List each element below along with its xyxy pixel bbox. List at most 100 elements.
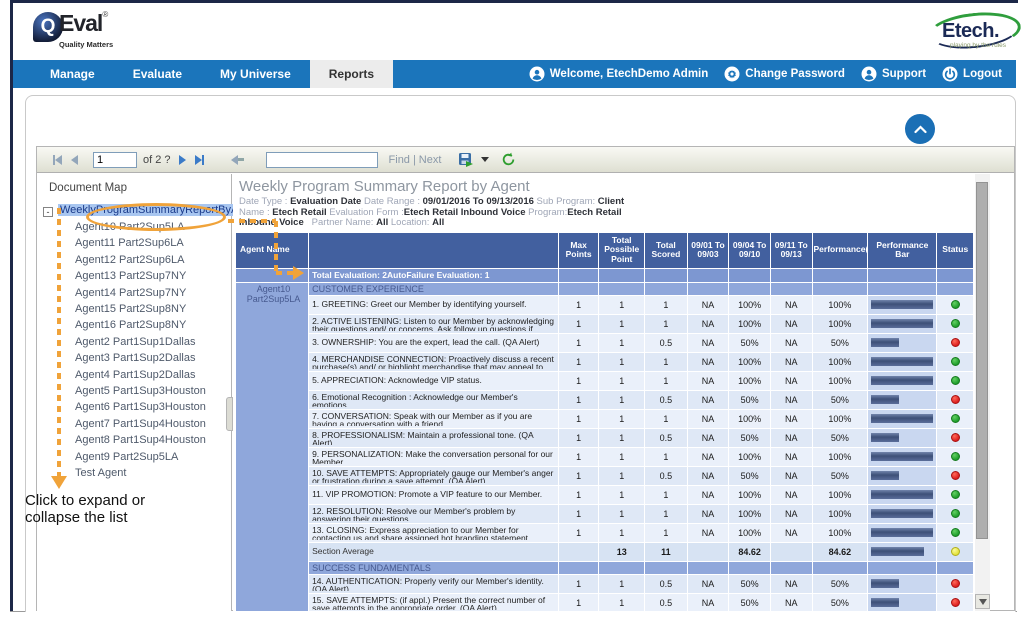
- criteria-cell: 1. GREETING: Greet our Member by identif…: [309, 295, 559, 314]
- nav-item-logout[interactable]: Logout: [942, 66, 1002, 82]
- tab-my-universe[interactable]: My Universe: [201, 60, 310, 88]
- docmap-item-agent16-part2sup8ny[interactable]: Agent16 Part2Sup8NY: [37, 317, 231, 333]
- find-next-link[interactable]: Next: [419, 154, 442, 166]
- docmap-item-agent2-part1sup1dallas[interactable]: Agent2 Part1Sup1Dallas: [37, 334, 231, 350]
- score-cell: 13: [599, 542, 645, 561]
- empty-cell: [868, 561, 937, 574]
- table-header-cell: Max Points: [558, 232, 599, 268]
- empty-cell: [770, 561, 812, 574]
- docmap-item-agent6-part1sup3houston[interactable]: Agent6 Part1Sup3Houston: [37, 399, 231, 415]
- criteria-cell: 14. AUTHENTICATION: Properly verify our …: [309, 574, 559, 593]
- score-cell: 50%: [812, 390, 868, 409]
- score-cell: 1: [558, 574, 599, 593]
- criteria-row: 10. SAVE ATTEMPTS: Appropriately gauge o…: [236, 466, 974, 485]
- score-cell: NA: [770, 504, 812, 523]
- empty-cell: [770, 268, 812, 282]
- score-cell: 100%: [729, 295, 771, 314]
- back-to-parent-button[interactable]: [231, 155, 244, 165]
- report-scrollbar[interactable]: [975, 174, 990, 611]
- score-cell: 100%: [812, 447, 868, 466]
- score-cell: 100%: [812, 295, 868, 314]
- status-cell: [937, 295, 974, 314]
- agent-name-line1: Agent10: [239, 284, 308, 294]
- docmap-item-agent11-part2sup6la[interactable]: Agent11 Part2Sup6LA: [37, 235, 231, 251]
- tree-root-item[interactable]: WeeklyProgramSummaryReportByAgent: [58, 204, 262, 216]
- score-cell: NA: [770, 593, 812, 611]
- docmap-item-agent10-part2sup5la[interactable]: Agent10 Part2Sup5LA: [37, 219, 231, 235]
- status-dot-red: [951, 433, 960, 442]
- nav-item-support[interactable]: Support: [861, 66, 926, 82]
- score-cell: 100%: [729, 485, 771, 504]
- report-scroll-down-button[interactable]: [975, 594, 990, 609]
- document-map-tree: - WeeklyProgramSummaryReportByAgent Agen…: [37, 204, 231, 482]
- page-scrollbar[interactable]: [1019, 0, 1035, 619]
- score-cell: 1: [645, 314, 688, 333]
- report-scrollbar-thumb[interactable]: [976, 182, 988, 539]
- last-page-button[interactable]: [195, 155, 204, 165]
- export-dropdown-icon[interactable]: [481, 157, 489, 162]
- tab-evaluate[interactable]: Evaluate: [114, 60, 201, 88]
- scroll-down-icon: [979, 599, 987, 605]
- score-cell: 50%: [812, 574, 868, 593]
- page-number-input[interactable]: [93, 152, 137, 168]
- docmap-item-agent4-part1sup2dallas[interactable]: Agent4 Part1Sup2Dallas: [37, 367, 231, 383]
- docmap-item-agent15-part2sup8ny[interactable]: Agent15 Part2Sup8NY: [37, 301, 231, 317]
- performance-bar-cell: [868, 390, 937, 409]
- nav-item-change-password[interactable]: Change Password: [724, 66, 845, 82]
- report-title: Weekly Program Summary Report by Agent: [239, 178, 977, 195]
- score-cell: 1: [599, 447, 645, 466]
- docmap-item-agent5-part1sup3houston[interactable]: Agent5 Part1Sup3Houston: [37, 383, 231, 399]
- docmap-item-test-agent[interactable]: Test Agent: [37, 465, 231, 481]
- previous-page-button[interactable]: [71, 155, 78, 165]
- empty-cell: [937, 561, 974, 574]
- table-header-cell: [309, 232, 559, 268]
- criteria-cell: 5. APPRECIATION: Acknowledge VIP status.: [309, 371, 559, 390]
- score-cell: 50%: [729, 466, 771, 485]
- parameter-value: All: [432, 217, 444, 228]
- parameter-value: Etech Retail Inbound Voice: [404, 207, 526, 218]
- nav-item-welcome-etechdemo-admin[interactable]: Welcome, EtechDemo Admin: [529, 66, 708, 82]
- score-cell: NA: [770, 314, 812, 333]
- table-header-cell: Agent Name: [236, 232, 309, 268]
- first-page-button[interactable]: [53, 155, 62, 165]
- collapse-panel-button[interactable]: [905, 114, 935, 144]
- docmap-item-agent14-part2sup7ny[interactable]: Agent14 Part2Sup7NY: [37, 285, 231, 301]
- tab-manage[interactable]: Manage: [31, 60, 114, 88]
- score-cell: 84.62: [812, 542, 868, 561]
- docmap-item-agent7-part1sup4houston[interactable]: Agent7 Part1Sup4Houston: [37, 416, 231, 432]
- tab-reports[interactable]: Reports: [310, 60, 393, 88]
- nav-item-label: Logout: [963, 68, 1002, 80]
- docmap-item-agent3-part1sup2dallas[interactable]: Agent3 Part1Sup2Dallas: [37, 350, 231, 366]
- score-cell: 1: [599, 314, 645, 333]
- score-cell: 1: [645, 504, 688, 523]
- criteria-text: 2. ACTIVE LISTENING: Listen to our Membe…: [312, 317, 555, 331]
- score-cell: 1: [599, 371, 645, 390]
- score-cell: 50%: [729, 428, 771, 447]
- empty-cell: [687, 282, 729, 295]
- find-next-separator: |: [413, 154, 416, 166]
- docmap-item-agent8-part1sup4houston[interactable]: Agent8 Part1Sup4Houston: [37, 432, 231, 448]
- criteria-row: 7. CONVERSATION: Speak with our Member a…: [236, 409, 974, 428]
- status-cell: [937, 523, 974, 542]
- find-link[interactable]: Find: [389, 154, 410, 166]
- score-cell: 1: [558, 523, 599, 542]
- next-page-button[interactable]: [179, 155, 186, 165]
- criteria-row: 1. GREETING: Greet our Member by identif…: [236, 295, 974, 314]
- refresh-button[interactable]: [501, 152, 516, 167]
- export-button[interactable]: [458, 152, 474, 168]
- find-text-input[interactable]: [266, 152, 378, 168]
- status-cell: [937, 333, 974, 352]
- refresh-icon: [501, 152, 516, 167]
- score-cell: 100%: [812, 352, 868, 371]
- status-cell: [937, 390, 974, 409]
- score-cell: NA: [770, 466, 812, 485]
- performance-bar: [871, 433, 899, 442]
- docmap-item-agent9-part2sup5la[interactable]: Agent9 Part2Sup5LA: [37, 449, 231, 465]
- docmap-item-agent13-part2sup7ny[interactable]: Agent13 Part2Sup7NY: [37, 268, 231, 284]
- criteria-text: 3. OWNERSHIP: You are the expert, lead t…: [312, 338, 555, 347]
- parameter-value: Client: [598, 196, 624, 207]
- splitter-collapse-handle[interactable]: [226, 397, 233, 431]
- parameter-label: Partner Name:: [304, 217, 376, 228]
- tree-expander-icon[interactable]: -: [43, 207, 53, 217]
- docmap-item-agent12-part2sup6la[interactable]: Agent12 Part2Sup6LA: [37, 252, 231, 268]
